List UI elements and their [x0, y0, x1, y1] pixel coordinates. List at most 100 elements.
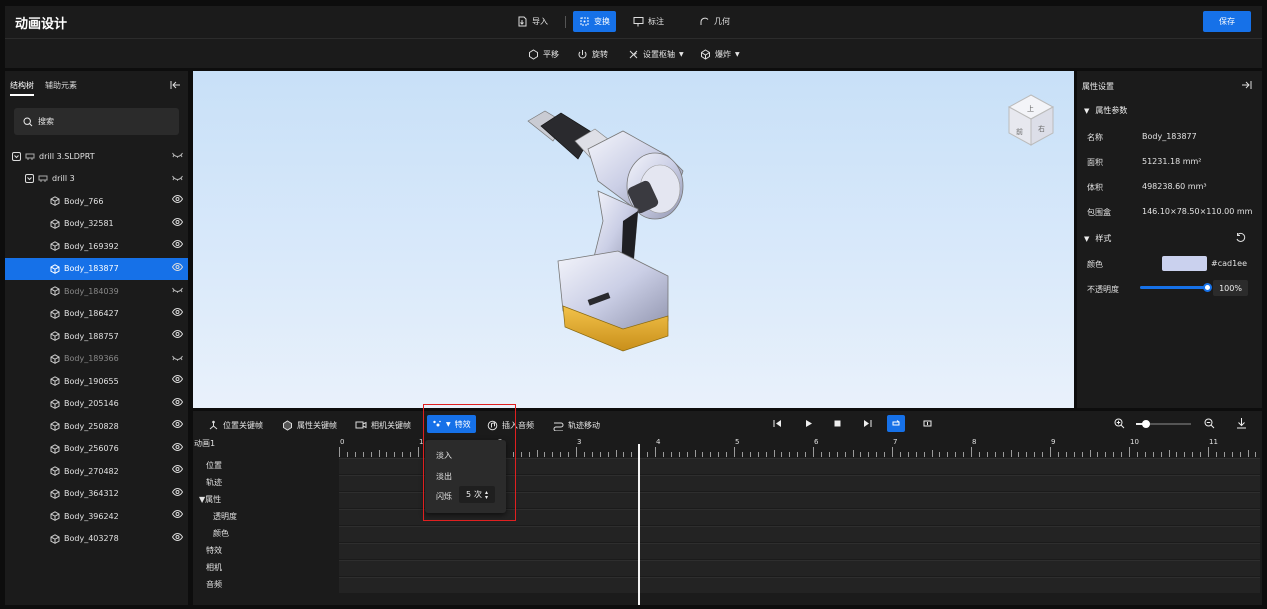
collapse-panel-icon[interactable]: [170, 80, 181, 90]
tree-item[interactable]: Body_205146: [5, 393, 188, 415]
track-color[interactable]: [339, 526, 1260, 542]
tree-item[interactable]: Body_189366: [5, 348, 188, 370]
zoom-slider[interactable]: [1136, 420, 1191, 428]
ruler-tick-label: 8: [972, 438, 977, 446]
view-cube-face-front[interactable]: 前: [1016, 127, 1023, 136]
zoom-slider-thumb[interactable]: [1142, 420, 1150, 428]
tab-helper-elements[interactable]: 辅助元素: [45, 80, 77, 91]
expand-panel-icon[interactable]: [1241, 80, 1252, 90]
zoom-out-icon[interactable]: [1204, 418, 1215, 429]
eye-icon[interactable]: [172, 397, 183, 406]
tab-structure-tree[interactable]: 结构树: [10, 80, 34, 96]
eye-icon[interactable]: [172, 195, 183, 203]
tool-rotate-button[interactable]: 旋转: [577, 47, 608, 61]
3d-viewport[interactable]: 上 前 右: [193, 71, 1074, 408]
tool-pivot-button[interactable]: 设置枢轴 ▼: [628, 47, 684, 61]
eye-icon[interactable]: [172, 420, 183, 428]
loop-once-icon[interactable]: [922, 418, 933, 429]
section-style-label: 样式: [1095, 234, 1112, 243]
collapse-toggle-icon[interactable]: [12, 151, 21, 161]
tree-search-input[interactable]: 搜索: [14, 108, 179, 135]
ruler-tick-label: 7: [893, 438, 898, 446]
tool-move-button[interactable]: 平移: [528, 47, 559, 61]
eye-icon[interactable]: [172, 262, 183, 271]
eye-icon[interactable]: [172, 510, 183, 518]
ruler-tick: [694, 450, 696, 457]
reset-icon[interactable]: [1235, 232, 1246, 243]
eye-icon[interactable]: [172, 307, 183, 316]
tree-item[interactable]: Body_186427: [5, 303, 188, 325]
mode-geometry-button[interactable]: 几何: [693, 11, 736, 32]
prev-frame-icon[interactable]: [773, 419, 782, 428]
ruler-tick: [402, 452, 404, 457]
tree-item[interactable]: Body_169392: [5, 235, 188, 257]
track-camera[interactable]: [339, 560, 1260, 576]
eye-icon[interactable]: [172, 465, 183, 473]
tree-item[interactable]: Body_183877: [5, 257, 188, 280]
mode-annotate-button[interactable]: 标注: [627, 11, 670, 32]
ruler-tick: [560, 452, 562, 457]
tree-item-label: drill 3: [52, 174, 75, 183]
track-audio[interactable]: [339, 577, 1260, 593]
tree-item[interactable]: Body_190655: [5, 370, 188, 392]
eye-icon[interactable]: [172, 330, 183, 338]
mode-import-label: 导入: [532, 17, 548, 26]
path-move-button[interactable]: 轨迹移动: [553, 419, 600, 431]
eye-closed-icon[interactable]: [172, 353, 183, 361]
ruler-tick: [836, 452, 838, 457]
body-cube-icon: [50, 533, 60, 544]
eye-closed-icon[interactable]: [172, 173, 183, 181]
opacity-slider[interactable]: [1140, 283, 1212, 292]
tree-item[interactable]: Body_250828: [5, 415, 188, 437]
eye-closed-icon[interactable]: [172, 150, 183, 158]
zoom-in-icon[interactable]: [1114, 418, 1125, 429]
tree-item[interactable]: Body_364312: [5, 483, 188, 505]
tool-explode-button[interactable]: 爆炸 ▼: [700, 47, 740, 61]
section-style-header[interactable]: ▼ 样式: [1084, 233, 1111, 244]
ruler-tick: [1065, 452, 1067, 457]
next-frame-icon[interactable]: [863, 419, 872, 428]
color-hex-value[interactable]: #cad1ee: [1211, 259, 1247, 268]
body-cube-icon: [50, 241, 60, 251]
tree-item[interactable]: Body_188757: [5, 325, 188, 347]
track-effects[interactable]: [339, 543, 1260, 559]
eye-icon[interactable]: [172, 487, 183, 496]
opacity-slider-thumb[interactable]: [1203, 283, 1212, 292]
position-keyframe-button[interactable]: 位置关键帧: [208, 419, 263, 431]
loop-button[interactable]: [887, 415, 905, 432]
eye-icon[interactable]: [172, 375, 183, 383]
download-icon[interactable]: [1236, 417, 1247, 429]
tree-item[interactable]: Body_32581: [5, 213, 188, 235]
stop-icon[interactable]: [833, 419, 842, 428]
view-cube-face-top[interactable]: 上: [1027, 104, 1034, 113]
eye-icon[interactable]: [172, 532, 183, 541]
tree-item[interactable]: Body_766: [5, 190, 188, 212]
ruler-tick: [528, 452, 530, 457]
track-label-properties[interactable]: ▼属性: [199, 494, 221, 505]
eye-closed-icon[interactable]: [172, 285, 183, 293]
tree-item[interactable]: Body_403278: [5, 528, 188, 550]
property-keyframe-button[interactable]: 属性关键帧: [282, 419, 337, 431]
mode-transform-button[interactable]: 变换: [573, 11, 616, 32]
tree-item[interactable]: drill 3: [5, 168, 188, 190]
camera-keyframe-button[interactable]: 相机关键帧: [355, 419, 411, 431]
color-swatch[interactable]: [1162, 256, 1207, 271]
opacity-input[interactable]: 100%: [1213, 280, 1248, 296]
tree-item[interactable]: Body_396242: [5, 505, 188, 527]
view-cube[interactable]: 上 前 右: [1005, 91, 1057, 149]
eye-icon[interactable]: [172, 240, 183, 248]
section-params-header[interactable]: ▼ 属性参数: [1084, 105, 1127, 116]
play-icon[interactable]: [804, 419, 813, 428]
view-cube-face-right[interactable]: 右: [1038, 124, 1045, 133]
collapse-toggle-icon[interactable]: [25, 174, 34, 183]
prop-bbox-label: 包围盒: [1087, 208, 1111, 217]
tree-item[interactable]: drill 3.SLDPRT: [5, 145, 188, 167]
eye-icon[interactable]: [172, 442, 183, 451]
mode-import-button[interactable]: 导入: [511, 11, 554, 32]
tree-item[interactable]: Body_256076: [5, 438, 188, 460]
tree-item[interactable]: Body_184039: [5, 280, 188, 302]
save-button[interactable]: 保存: [1203, 11, 1251, 32]
playhead[interactable]: [638, 444, 641, 605]
eye-icon[interactable]: [172, 217, 183, 226]
tree-item[interactable]: Body_270482: [5, 460, 188, 482]
